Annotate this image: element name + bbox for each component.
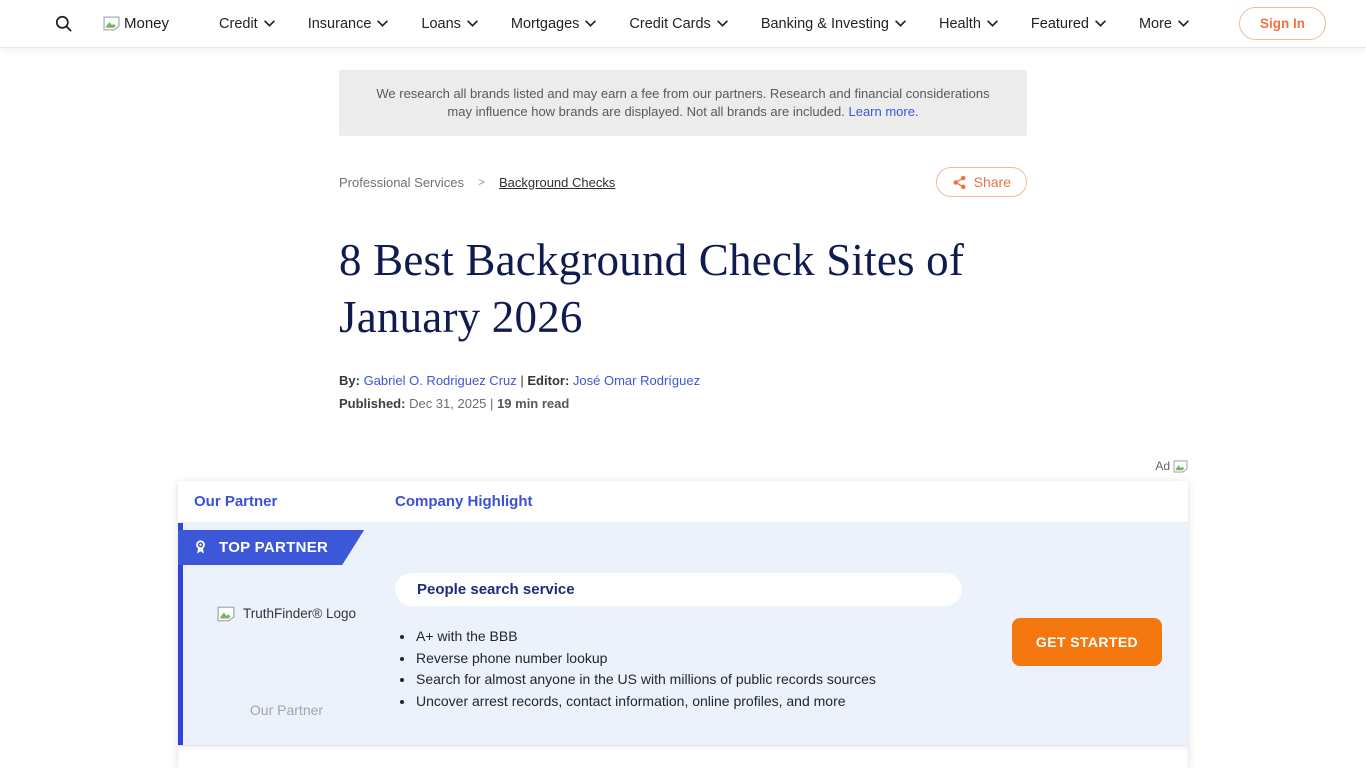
partner-logo[interactable]: TruthFinder® Logo (217, 606, 356, 622)
published-info: Published: Dec 31, 2025 | 19 min read (339, 396, 1027, 411)
nav-item-banking-investing[interactable]: Banking & Investing (761, 16, 906, 32)
ad-disclosure: Ad (178, 458, 1188, 474)
read-time: 19 min read (497, 396, 569, 411)
money-logo-alt-text: Money (124, 15, 169, 32)
nav-item-mortgages[interactable]: Mortgages (511, 16, 597, 32)
partner-table: Our Partner Company Highlight TOP PARTNE… (178, 481, 1188, 768)
top-partner-label: TOP PARTNER (219, 539, 328, 556)
search-button[interactable] (50, 10, 77, 37)
top-partner-row: TOP PARTNER TruthFinder® Logo Our Partne… (178, 523, 1188, 745)
broken-image-icon (1173, 460, 1188, 473)
nav-item-credit-cards[interactable]: Credit Cards (629, 16, 727, 32)
benefit-item: Search for almost anyone in the US with … (415, 669, 962, 691)
chevron-down-icon (1095, 20, 1106, 27)
editor-link[interactable]: José Omar Rodríguez (573, 373, 700, 388)
nav-item-insurance[interactable]: Insurance (308, 16, 389, 32)
breadcrumb-current-link[interactable]: Background Checks (499, 175, 615, 190)
chevron-down-icon (987, 20, 998, 27)
page-title: 8 Best Background Check Sites of January… (339, 232, 1027, 346)
get-started-button[interactable]: GET STARTED (1012, 618, 1162, 666)
next-partner-row (178, 745, 1188, 768)
chevron-down-icon (467, 20, 478, 27)
main-nav: Credit Insurance Loans Mortgages Credit … (189, 16, 1219, 32)
benefit-item: Uncover arrest records, contact informat… (415, 691, 962, 713)
author-link[interactable]: Gabriel O. Rodriguez Cruz (364, 373, 517, 388)
benefit-item: A+ with the BBB (415, 626, 962, 648)
chevron-down-icon (377, 20, 388, 27)
nav-item-health[interactable]: Health (939, 16, 998, 32)
nav-item-credit[interactable]: Credit (219, 16, 275, 32)
published-date: Dec 31, 2025 (409, 396, 486, 411)
broken-image-icon (217, 606, 235, 622)
nav-item-featured[interactable]: Featured (1031, 16, 1106, 32)
chevron-down-icon (264, 20, 275, 27)
share-button[interactable]: Share (936, 167, 1027, 197)
site-header: Money Credit Insurance Loans Mortgages C… (0, 0, 1366, 48)
table-header: Our Partner Company Highlight (178, 481, 1188, 523)
disclaimer-box: We research all brands listed and may ea… (339, 70, 1027, 136)
search-icon (54, 14, 73, 33)
chevron-down-icon (585, 20, 596, 27)
share-label: Share (974, 174, 1011, 190)
byline: By: Gabriel O. Rodriguez Cruz | Editor: … (339, 373, 1027, 388)
highlight-pill: People search service (395, 573, 962, 606)
nav-item-loans[interactable]: Loans (421, 16, 478, 32)
company-highlight-cell: People search service A+ with the BBB Re… (395, 523, 962, 745)
learn-more-link[interactable]: Learn more (848, 104, 914, 119)
partner-logo-alt-text: TruthFinder® Logo (243, 606, 356, 621)
ad-label: Ad (1155, 459, 1170, 473)
published-label: Published: (339, 396, 405, 411)
share-icon (952, 175, 967, 190)
column-our-partner: Our Partner (194, 493, 395, 510)
breadcrumb: Professional Services > Background Check… (339, 175, 615, 190)
broken-image-icon (103, 16, 120, 31)
nav-item-more[interactable]: More (1139, 16, 1189, 32)
breadcrumb-parent-link[interactable]: Professional Services (339, 175, 464, 190)
by-label: By: (339, 373, 360, 388)
editor-label: Editor: (527, 373, 569, 388)
top-partner-badge: TOP PARTNER (178, 530, 364, 565)
partner-caption: Our Partner (250, 702, 323, 718)
breadcrumb-separator: > (478, 175, 485, 189)
cta-cell: GET STARTED (962, 523, 1188, 745)
column-company-highlight: Company Highlight (395, 493, 533, 510)
chevron-down-icon (895, 20, 906, 27)
benefit-item: Reverse phone number lookup (415, 648, 962, 670)
award-ribbon-icon (192, 539, 209, 556)
sign-in-button[interactable]: Sign In (1239, 7, 1326, 40)
chevron-down-icon (717, 20, 728, 27)
money-logo[interactable]: Money (103, 15, 169, 32)
chevron-down-icon (1178, 20, 1189, 27)
benefit-list: A+ with the BBB Reverse phone number loo… (398, 626, 962, 713)
